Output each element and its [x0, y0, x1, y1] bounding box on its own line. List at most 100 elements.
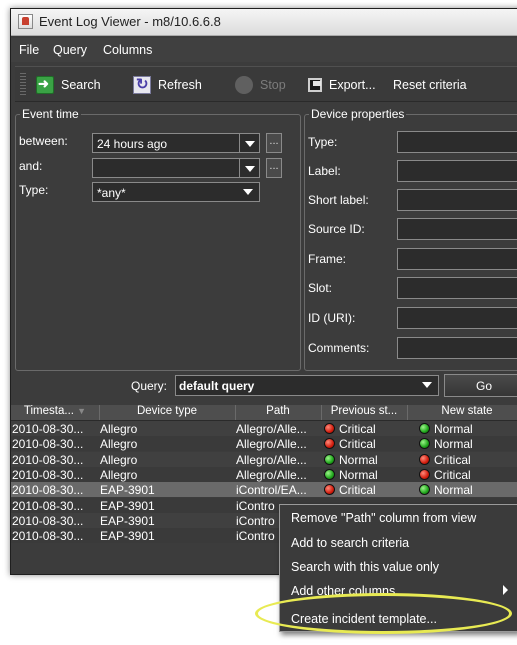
status-red-icon [419, 453, 430, 465]
refresh-button-label: Refresh [158, 78, 202, 92]
column-header-path[interactable]: Path [235, 405, 322, 420]
status-green-icon [419, 438, 430, 450]
device-type-input[interactable] [397, 131, 517, 153]
status-red-icon [419, 468, 430, 480]
and-dropdown-button[interactable] [239, 158, 260, 178]
between-more-button[interactable]: ... [266, 133, 282, 153]
sort-desc-icon: ▼ [77, 406, 87, 416]
between-input[interactable]: 24 hours ago [92, 133, 240, 153]
stop-button-label: Stop [260, 78, 286, 92]
cell-timestamp: 2010-08-30... [12, 422, 84, 436]
source-id-input[interactable] [397, 218, 517, 240]
cell-new-state-label: Normal [434, 422, 473, 436]
table-row[interactable]: 2010-08-30... Allegro Allegro/Alle... Criti… [11, 421, 517, 436]
cell-path: Allegro/Alle... [236, 437, 307, 452]
and-label: and: [19, 159, 43, 173]
cell-previous-state-label: Critical [339, 483, 376, 498]
query-select-value: default query [179, 379, 255, 393]
type-select[interactable]: *any* [92, 182, 260, 202]
cell-new-state-label: Normal [434, 437, 473, 452]
cell-previous-state: Critical [324, 437, 406, 451]
cell-new-state: Critical [419, 453, 517, 467]
cell-previous-state: Normal [324, 468, 406, 482]
cell-device-type: EAP-3901 [100, 498, 155, 513]
cell-timestamp: 2010-08-30... [12, 529, 84, 544]
search-arrow-icon [36, 76, 54, 94]
id-uri-input[interactable] [397, 307, 517, 329]
menu-item-search-with-value-only[interactable]: Search with this value only [291, 560, 439, 574]
cell-previous-state-label: Normal [339, 467, 378, 482]
menu-file[interactable]: File [19, 43, 39, 57]
cell-previous-state: Critical [324, 483, 406, 497]
window-title: Event Log Viewer - m8/10.6.6.8 [39, 14, 221, 29]
cell-new-state: Normal [419, 483, 517, 497]
stop-button[interactable]: Stop [235, 75, 286, 95]
table-row[interactable]: 2010-08-30... Allegro Allegro/Alle... Norma… [11, 451, 517, 467]
menu-query[interactable]: Query [53, 43, 87, 57]
between-dropdown-button[interactable] [239, 133, 260, 153]
title-bar: Event Log Viewer - m8/10.6.6.8 [11, 9, 517, 36]
column-header-previous-state[interactable]: Previous st... [321, 405, 408, 420]
column-header-timestamp[interactable]: Timesta... ▼ [11, 405, 100, 420]
cell-previous-state-label: Normal [339, 452, 378, 467]
frame-label: Frame: [308, 252, 347, 266]
cell-device-type: Allegro [100, 452, 138, 467]
menu-columns[interactable]: Columns [103, 43, 152, 57]
app-icon [18, 14, 33, 29]
status-green-icon [324, 468, 335, 480]
cell-timestamp: 2010-08-30... [12, 467, 84, 482]
query-label: Query: [131, 379, 168, 393]
slot-label: Slot: [308, 281, 333, 295]
frame-input[interactable] [397, 248, 517, 270]
status-red-icon [324, 423, 335, 434]
device-label-label: Label: [308, 164, 341, 178]
comments-input[interactable] [397, 337, 517, 359]
device-label-input[interactable] [397, 160, 517, 182]
id-uri-label: ID (URI): [308, 311, 356, 325]
short-label-input[interactable] [397, 189, 517, 211]
export-button-label: Export... [329, 78, 376, 92]
device-type-label: Type: [308, 135, 338, 149]
search-button[interactable]: Search [36, 75, 101, 95]
refresh-button[interactable]: Refresh [133, 75, 202, 95]
menu-item-remove-path-column[interactable]: Remove "Path" column from view [291, 511, 476, 525]
comments-label: Comments: [308, 341, 370, 355]
device-properties-legend: Device properties [311, 107, 405, 121]
status-green-icon [419, 423, 430, 434]
cell-device-type: Allegro [100, 437, 138, 452]
refresh-icon [133, 75, 151, 94]
cell-timestamp: 2010-08-30... [12, 483, 84, 498]
event-time-legend: Event time [22, 107, 79, 121]
column-header-device-type[interactable]: Device type [99, 405, 236, 420]
cell-previous-state-label: Critical [339, 422, 376, 436]
cell-timestamp: 2010-08-30... [12, 513, 84, 528]
cell-device-type: EAP-3901 [100, 529, 155, 544]
cell-new-state-label: Critical [434, 467, 471, 482]
slot-input[interactable] [397, 277, 517, 299]
status-green-icon [419, 484, 430, 496]
go-button[interactable]: Go [444, 374, 517, 397]
cell-device-type: EAP-3901 [100, 483, 155, 498]
event-log-viewer-window: Event Log Viewer - m8/10.6.6.8 File Quer… [10, 8, 517, 575]
export-button[interactable]: Export... [308, 75, 376, 95]
toolbar-grip[interactable] [20, 73, 26, 95]
reset-criteria-button[interactable]: Reset criteria [393, 75, 467, 95]
menu-bar: File Query Columns [11, 38, 517, 62]
cell-new-state: Normal [419, 422, 517, 436]
reset-criteria-label: Reset criteria [393, 78, 467, 92]
cell-device-type: EAP-3901 [100, 513, 155, 528]
and-input[interactable] [92, 158, 240, 178]
menu-item-add-to-search-criteria[interactable]: Add to search criteria [291, 536, 409, 550]
query-select[interactable]: default query [175, 375, 439, 396]
and-more-button[interactable]: ... [266, 158, 282, 178]
column-header-new-state[interactable]: New state [407, 405, 517, 420]
highlight-ellipse [255, 593, 512, 634]
table-row[interactable]: 2010-08-30... EAP-3901 iControl/EA... Criti… [11, 482, 517, 498]
table-row[interactable]: 2010-08-30... Allegro Allegro/Alle... Criti… [11, 436, 517, 452]
table-row[interactable]: 2010-08-30... Allegro Allegro/Alle... Norma… [11, 466, 517, 482]
cell-timestamp: 2010-08-30... [12, 452, 84, 467]
column-header-timestamp-label: Timesta... [23, 405, 74, 417]
type-select-value: *any* [97, 186, 126, 200]
status-red-icon [324, 484, 335, 496]
cell-timestamp: 2010-08-30... [12, 437, 84, 452]
